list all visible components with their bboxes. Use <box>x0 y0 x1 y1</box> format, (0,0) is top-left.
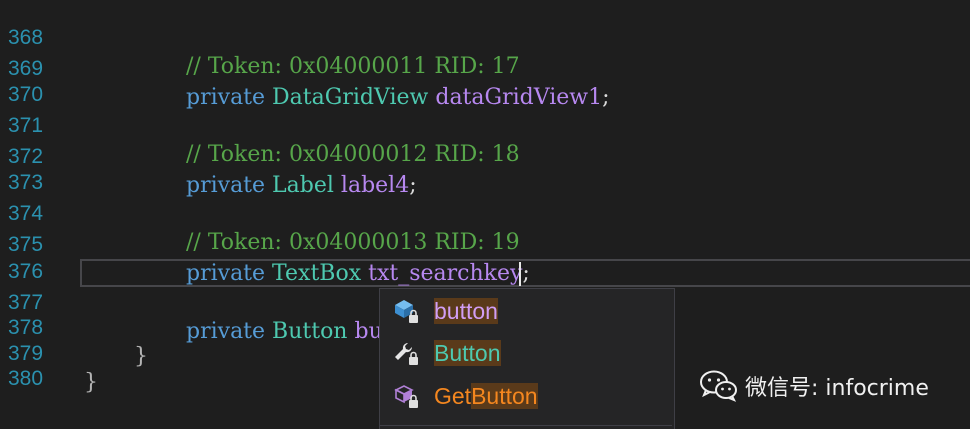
code-line[interactable]: 368 // Token: 0x04000011 RID: 17 <box>0 0 970 79</box>
closing-brace: } <box>84 370 98 395</box>
watermark-text: 微信号: infocrime <box>745 376 929 401</box>
keyword-icon <box>395 300 418 323</box>
completion-label: Button <box>434 340 501 366</box>
code-line[interactable]: 373 <box>0 139 970 194</box>
code-line[interactable]: 374 // Token: 0x04000013 RID: 19 <box>0 170 970 255</box>
wechat-watermark: 微信号: infocrime <box>699 366 929 406</box>
completion-item-method[interactable]: GetButton <box>380 376 672 416</box>
code-line[interactable]: 376 <box>0 228 970 283</box>
code-line[interactable]: 375 private TextBox txt_searchkey; <box>0 201 970 286</box>
wechat-icon <box>700 370 737 402</box>
code-line[interactable]: 369 private DataGridView dataGridView1; <box>0 25 970 110</box>
wrench-icon <box>395 342 418 365</box>
completion-item-type[interactable]: Button <box>380 333 672 373</box>
text-caret <box>519 262 521 286</box>
code-line[interactable]: 370 <box>0 51 970 106</box>
code-line[interactable]: 371 // Token: 0x04000012 RID: 18 <box>0 82 970 167</box>
code-line[interactable]: 372 private Label label4; <box>0 113 970 198</box>
completion-item-keyword[interactable]: button <box>380 291 672 331</box>
line-number: 380 <box>8 367 44 390</box>
completion-divider <box>380 425 672 426</box>
completion-list[interactable]: button Button GetButton <box>379 288 675 429</box>
code-editor[interactable]: 368 // Token: 0x04000011 RID: 17 369 pri… <box>0 0 970 429</box>
completion-label: button <box>434 298 498 324</box>
method-cube-icon <box>394 385 418 408</box>
completion-label: GetButton <box>434 383 538 409</box>
